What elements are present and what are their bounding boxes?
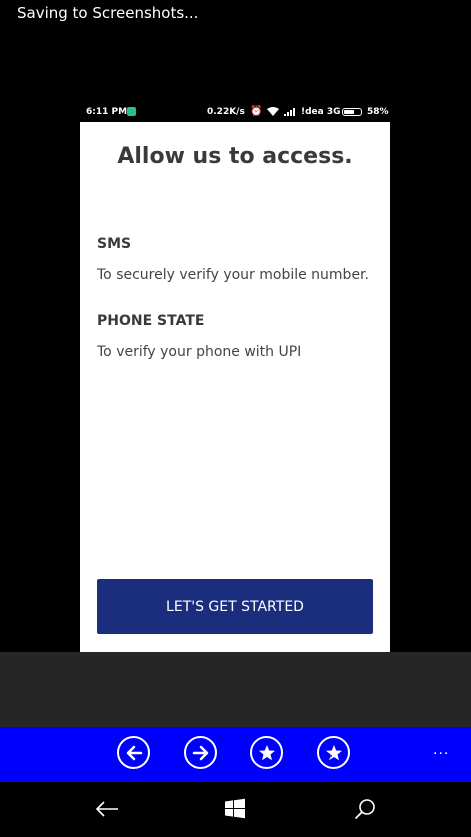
more-options-icon[interactable]: ... — [433, 741, 449, 759]
status-speed: 0.22K/s — [207, 107, 245, 117]
battery-percent: 58% — [367, 107, 389, 117]
screen: Saving to Screenshots... 6:11 PM 0.22K/s… — [0, 0, 471, 837]
inner-status-bar: 6:11 PM 0.22K/s ⏰ !dea 3G 58% — [80, 103, 390, 122]
search-icon[interactable] — [352, 796, 378, 822]
status-carrier: !dea 3G — [301, 107, 341, 117]
status-time: 6:11 PM — [86, 107, 128, 117]
page-title: Allow us to access. — [117, 144, 353, 169]
back-arrow-icon[interactable] — [94, 796, 120, 822]
add-favorite-icon[interactable] — [317, 736, 350, 769]
windows-start-icon[interactable] — [222, 796, 248, 822]
permission-heading-sms: SMS — [97, 236, 132, 252]
forward-circle-icon[interactable] — [184, 736, 217, 769]
alarm-icon: ⏰ — [250, 106, 263, 117]
image-viewer-background — [0, 652, 471, 727]
battery-icon — [342, 108, 362, 116]
favorite-star-icon[interactable] — [250, 736, 283, 769]
notification-icon — [127, 107, 136, 116]
wifi-icon — [266, 106, 280, 120]
app-bar: ... — [0, 727, 471, 782]
saving-status-text: Saving to Screenshots... — [17, 4, 199, 22]
get-started-button[interactable]: LET'S GET STARTED — [97, 579, 373, 634]
navigation-bar — [0, 782, 471, 837]
permission-description-sms: To securely verify your mobile number. — [97, 267, 369, 283]
permission-description-phone-state: To verify your phone with UPI — [97, 344, 302, 360]
back-circle-icon[interactable] — [117, 736, 150, 769]
permission-heading-phone-state: PHONE STATE — [97, 313, 205, 329]
signal-icon — [284, 108, 298, 116]
permissions-page: Allow us to access. SMS To securely veri… — [80, 122, 390, 652]
